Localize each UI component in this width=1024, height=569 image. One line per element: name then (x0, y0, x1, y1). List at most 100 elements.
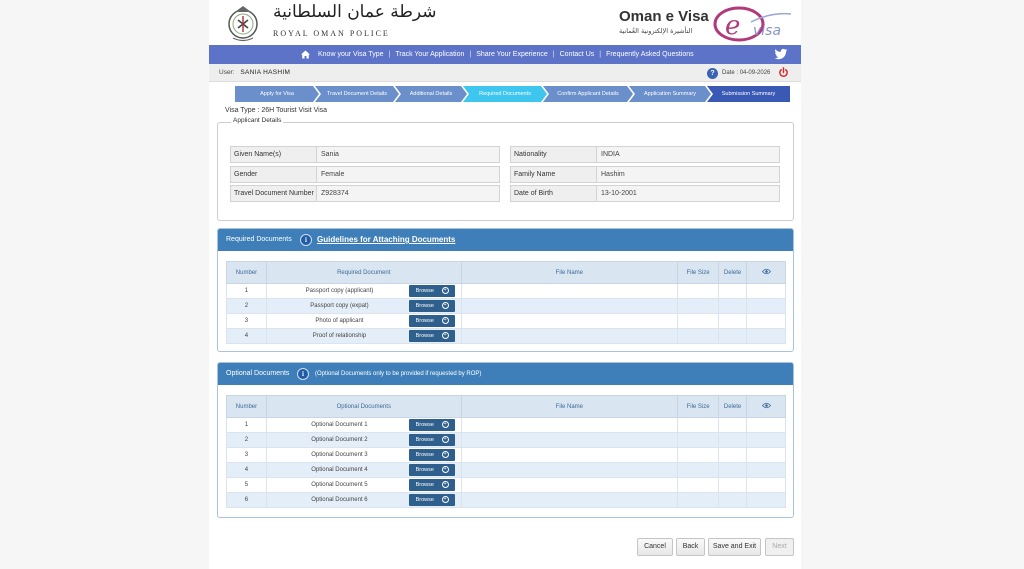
step-submission-summary[interactable]: Submission Summary (707, 86, 790, 102)
required-documents-header: Required Documents i Guidelines for Atta… (218, 229, 793, 251)
browse-button[interactable]: Browse + (408, 285, 455, 297)
view-cell (746, 313, 786, 329)
svg-text:visa: visa (753, 23, 781, 39)
step-apply-for-visa[interactable]: Apply for Visa (235, 86, 319, 102)
add-icon: + (441, 302, 449, 309)
step-confirm-applicant-details[interactable]: Confirm Applicant Details (543, 86, 633, 102)
browse-button[interactable]: Browse + (408, 315, 455, 327)
file-name-cell (460, 313, 679, 329)
document-cell: Optional Document 2 Browse + (265, 432, 462, 448)
nationality-field: Nationality INDIA (510, 146, 780, 163)
browse-button[interactable]: Browse + (408, 434, 455, 446)
step-additional-details[interactable]: Additional Details (395, 86, 467, 102)
oman-evisa-title: Oman e Visa (619, 8, 709, 25)
gender-field: Gender Female (230, 166, 500, 183)
required-documents-title: Required Documents (226, 236, 292, 243)
date-of-birth-field: Date of Birth 13-10-2001 (510, 185, 780, 202)
browse-button[interactable]: Browse + (408, 330, 455, 342)
next-button[interactable]: Next (765, 538, 794, 556)
browse-label: Browse (415, 482, 434, 488)
date-value: 04-09-2026 (739, 70, 771, 76)
nationality-label: Nationality (511, 147, 597, 162)
document-name: Optional Document 5 (311, 482, 368, 488)
file-size-cell (677, 477, 720, 493)
optional-documents-table: Number Optional Documents File Name File… (226, 395, 786, 508)
add-icon: + (441, 436, 449, 443)
save-and-exit-button[interactable]: Save and Exit (708, 538, 761, 556)
add-icon: + (441, 481, 449, 488)
row-number: 4 (226, 462, 267, 478)
view-cell (746, 328, 786, 344)
document-cell: Photo of applicant Browse + (265, 313, 462, 329)
gender-label: Gender (231, 167, 317, 182)
svg-text:e: e (725, 11, 740, 41)
required-documents-table: Number Required Document File Name File … (226, 261, 786, 344)
browse-button[interactable]: Browse + (408, 300, 455, 312)
travel-document-number-label: Travel Document Number (231, 186, 317, 201)
file-name-cell (460, 462, 679, 478)
column-header-required-document: Required Document (265, 261, 462, 284)
document-cell: Optional Document 4 Browse + (265, 462, 462, 478)
document-cell: Optional Document 6 Browse + (265, 492, 462, 508)
file-size-cell (677, 447, 720, 463)
row-number: 4 (226, 328, 267, 344)
nav-separator: | (388, 51, 391, 58)
row-number: 3 (226, 447, 267, 463)
delete-cell (718, 313, 748, 329)
back-button[interactable]: Back (676, 538, 705, 556)
document-name: Optional Document 3 (311, 452, 368, 458)
document-cell: Optional Document 3 Browse + (265, 447, 462, 463)
date-of-birth-value: 13-10-2001 (601, 190, 637, 197)
logout-power-icon[interactable] (778, 67, 789, 78)
user-info: User: SANIA HASHIM (219, 69, 290, 76)
step-travel-document-details[interactable]: Travel Document Details (315, 86, 399, 102)
document-name: Photo of applicant (315, 318, 364, 324)
oman-evisa-arabic-subtitle: التأشيرة الإلكترونية العُمانية (619, 27, 693, 35)
browse-button[interactable]: Browse + (408, 464, 455, 476)
date-of-birth-label: Date of Birth (511, 186, 597, 201)
required-documents-panel: Required Documents i Guidelines for Atta… (217, 228, 794, 352)
column-header-view (746, 261, 786, 284)
document-name: Proof of relationship (312, 333, 367, 339)
browse-button[interactable]: Browse + (408, 494, 455, 506)
guidelines-link[interactable]: Guidelines for Attaching Documents (317, 235, 455, 244)
table-row: 4 Proof of relationship Browse + (226, 328, 786, 344)
delete-cell (718, 447, 748, 463)
help-icon[interactable]: ? (707, 68, 718, 79)
document-name: Optional Document 2 (311, 437, 368, 443)
file-name-cell (460, 492, 679, 508)
nav-share-experience[interactable]: Share Your Experience (476, 51, 548, 58)
browse-button[interactable]: Browse + (408, 419, 455, 431)
table-row: 4 Optional Document 4 Browse + (226, 462, 786, 478)
given-name-label: Given Name(s) (231, 147, 317, 162)
view-cell (746, 447, 786, 463)
step-required-documents[interactable]: Required Documents (463, 86, 547, 102)
travel-document-number-field: Travel Document Number Z928374 (230, 185, 500, 202)
add-icon: + (441, 466, 449, 473)
family-name-label: Family Name (511, 167, 597, 182)
nav-contact-us[interactable]: Contact Us (560, 51, 595, 58)
cancel-button[interactable]: Cancel (637, 538, 673, 556)
view-cell (746, 298, 786, 314)
step-application-summary[interactable]: Application Summary (629, 86, 711, 102)
file-name-cell (460, 477, 679, 493)
info-icon[interactable]: i (297, 368, 309, 380)
browse-button[interactable]: Browse + (408, 479, 455, 491)
row-number: 2 (226, 432, 267, 448)
twitter-icon[interactable] (774, 48, 788, 61)
browse-label: Browse (415, 288, 434, 294)
file-name-cell (460, 417, 679, 433)
nav-know-visa-type[interactable]: Know your Visa Type (318, 51, 384, 58)
file-size-cell (677, 492, 720, 508)
file-size-cell (677, 298, 720, 314)
nav-track-application[interactable]: Track Your Application (395, 51, 464, 58)
info-icon[interactable]: i (300, 234, 312, 246)
home-icon[interactable] (300, 49, 311, 60)
main-nav: Know your Visa Type | Track Your Applica… (209, 45, 801, 64)
browse-button[interactable]: Browse + (408, 449, 455, 461)
nav-faq[interactable]: Frequently Asked Questions (606, 51, 694, 58)
table-header-row: Number Optional Documents File Name File… (226, 395, 786, 418)
document-cell: Optional Document 5 Browse + (265, 477, 462, 493)
page: شرطة عمان السلطانية ROYAL OMAN POLICE Om… (209, 0, 801, 569)
family-name-value: Hashim (601, 171, 625, 178)
